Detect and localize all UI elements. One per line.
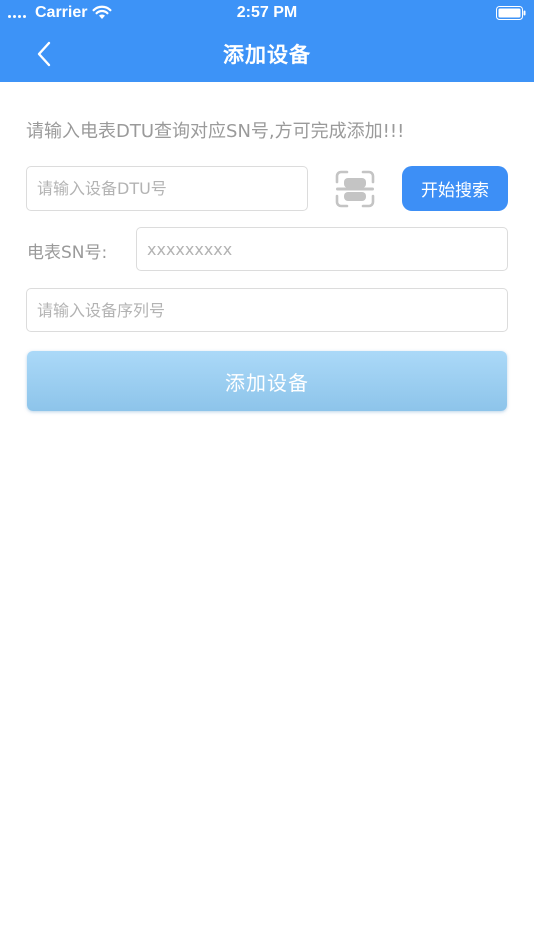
start-search-button[interactable]: 开始搜索 xyxy=(402,166,508,211)
page-title: 添加设备 xyxy=(223,43,311,67)
clock-time: 2:57 PM xyxy=(236,4,298,21)
status-bar: Carrier 2:57 PM xyxy=(0,0,534,26)
sn-label: 电表SN号: xyxy=(27,243,108,263)
battery-full-icon xyxy=(496,6,526,25)
navigation-bar: 添加设备 xyxy=(0,26,534,82)
scan-icon xyxy=(335,170,375,208)
scan-button[interactable] xyxy=(334,170,376,208)
serial-number-input[interactable] xyxy=(26,288,508,332)
dtu-input[interactable] xyxy=(26,166,308,211)
sn-input[interactable] xyxy=(136,227,508,271)
hint-text: 请输入电表DTU查询对应SN号,方可完成添加!!! xyxy=(26,121,405,142)
add-device-button[interactable]: 添加设备 xyxy=(27,351,507,411)
header: Carrier 2:57 PM 添加设备 xyxy=(0,0,534,82)
